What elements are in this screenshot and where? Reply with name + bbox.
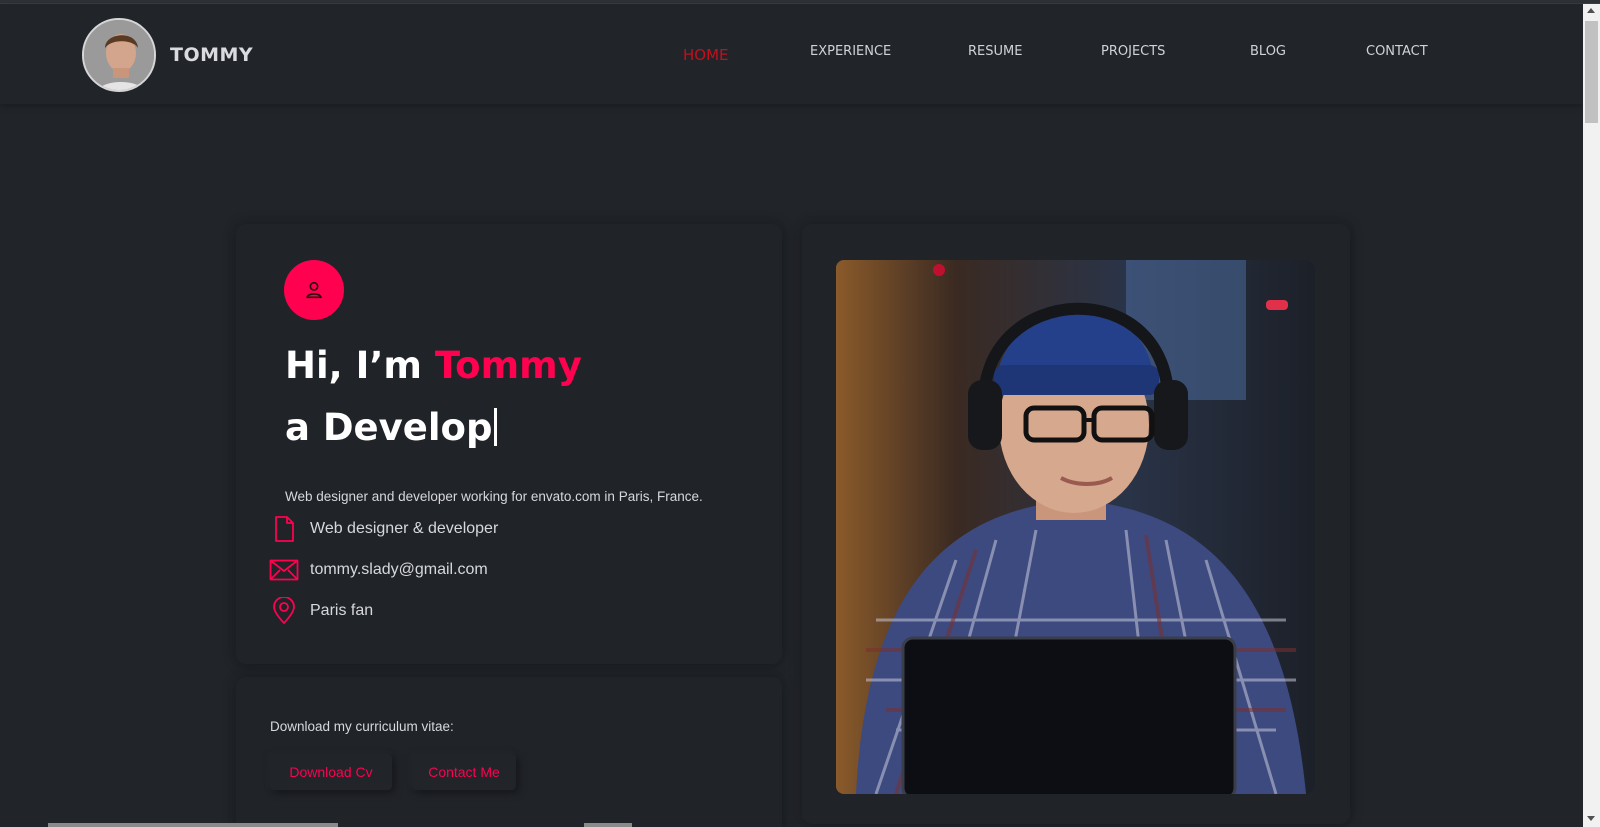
hero-photo xyxy=(836,260,1315,794)
info-location-text: Paris fan xyxy=(310,602,374,619)
intro-card: Hi, I’m Tommy a Develop Web designer and… xyxy=(236,224,782,664)
cv-label: Download my curriculum vitae: xyxy=(270,719,454,734)
download-cv-button[interactable]: Download Cv xyxy=(270,754,392,790)
contact-me-button[interactable]: Contact Me xyxy=(412,754,516,790)
info-email-text[interactable]: tommy.slady@gmail.com xyxy=(310,561,488,579)
scroll-thumb[interactable] xyxy=(1585,21,1598,123)
scroll-down-arrow-icon[interactable] xyxy=(1587,816,1595,821)
cv-card: Download my curriculum vitae: Download C… xyxy=(236,677,782,827)
photo-card xyxy=(802,224,1350,824)
site-header: TOMMY HOME EXPERIENCE RESUME PROJECTS BL… xyxy=(0,4,1583,104)
info-item-email[interactable]: tommy.slady@gmail.com xyxy=(269,555,488,585)
bottom-scroll-indicator-secondary xyxy=(584,823,632,827)
typing-cursor xyxy=(494,408,498,446)
nav-home[interactable]: HOME xyxy=(683,46,729,64)
avatar[interactable] xyxy=(82,18,156,92)
hero-name: Tommy xyxy=(434,344,582,387)
mail-icon xyxy=(269,555,299,585)
nav-blog[interactable]: BLOG xyxy=(1250,44,1286,59)
info-item-location: Paris fan xyxy=(269,596,373,626)
scroll-up-arrow-icon[interactable] xyxy=(1587,8,1595,13)
user-icon xyxy=(284,260,344,320)
developer-photo-icon xyxy=(836,260,1315,794)
info-role-text: Web designer & developer xyxy=(310,520,499,537)
avatar-portrait-icon xyxy=(84,20,154,90)
typed-role: a Develop xyxy=(285,406,498,449)
nav-contact[interactable]: CONTACT xyxy=(1366,44,1428,59)
typed-role-text: a Develop xyxy=(285,406,493,449)
brand-name[interactable]: TOMMY xyxy=(170,44,253,66)
location-pin-icon xyxy=(269,596,299,626)
nav-resume[interactable]: RESUME xyxy=(968,44,1022,59)
nav-projects[interactable]: PROJECTS xyxy=(1101,44,1165,59)
vertical-scrollbar[interactable] xyxy=(1583,4,1600,827)
hero-heading: Hi, I’m Tommy xyxy=(285,344,582,387)
bio-text: Web designer and developer working for e… xyxy=(285,489,703,504)
greeting-prefix: Hi, I’m xyxy=(285,344,435,387)
document-icon xyxy=(269,514,299,544)
nav-experience[interactable]: EXPERIENCE xyxy=(810,44,891,59)
info-item-role: Web designer & developer xyxy=(269,514,498,544)
bottom-scroll-indicator xyxy=(48,823,338,827)
